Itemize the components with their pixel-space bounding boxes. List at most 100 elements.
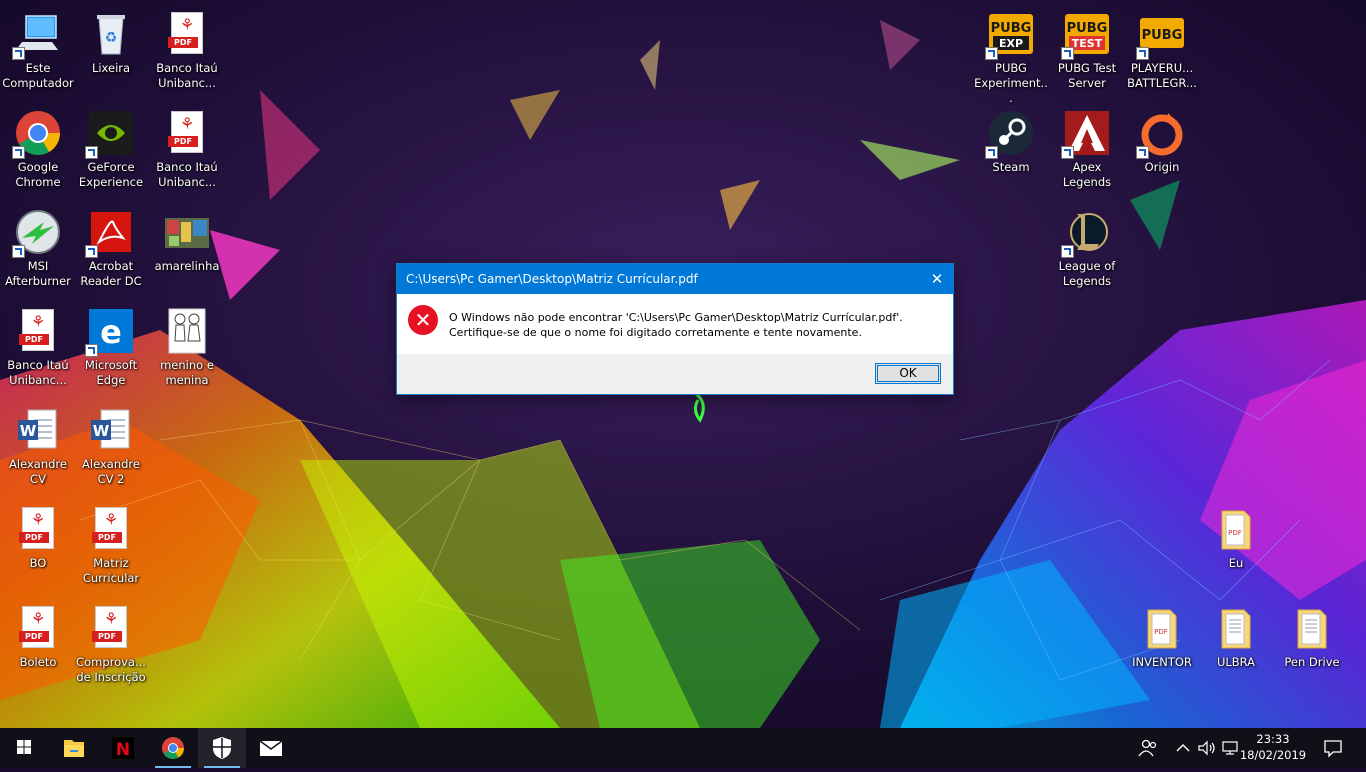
recycle-bin-icon: ♻ [87, 10, 135, 58]
shortcut-arrow-icon [12, 146, 25, 159]
desktop-icon-amarelinha[interactable]: amarelinha [149, 202, 225, 298]
desktop-icon-label: Matriz Curricular [82, 556, 140, 585]
desktop-icon-lixeira[interactable]: ♻ Lixeira [73, 4, 149, 100]
desktop-icon-alexandre-cv-2[interactable]: W Alexandre CV 2 [73, 400, 149, 496]
desktop-icon-matriz-curricular[interactable]: ⚘ PDF Matriz Curricular [73, 499, 149, 595]
pdf-icon: ⚘ PDF [87, 604, 135, 652]
desktop-icon-comprovante[interactable]: ⚘ PDF Comprova... de Inscrição [73, 598, 149, 694]
clock-time: 23:33 [1256, 732, 1290, 746]
desktop-icon-eu[interactable]: PDF Eu [1198, 499, 1274, 595]
clock[interactable]: 23:33 18/02/2019 [1238, 731, 1308, 763]
desktop-icon-label: GeForce Experience [78, 160, 144, 189]
desktop-icon-banco-itau-1[interactable]: ⚘ PDF Banco Itaú Unibanc... [149, 4, 225, 100]
desktop-icon-geforce-experience[interactable]: GeForce Experience [73, 103, 149, 199]
shortcut-arrow-icon [985, 47, 998, 60]
pdf-icon: ⚘ PDF [163, 109, 211, 157]
desktop-icon-pen-drive[interactable]: Pen Drive [1274, 598, 1350, 694]
folder-icon [1212, 604, 1260, 652]
desktop-icon-steam[interactable]: Steam [973, 103, 1049, 199]
desktop-icon-label: menino e menina [160, 358, 214, 387]
desktop-icon-acrobat-reader[interactable]: Acrobat Reader DC [73, 202, 149, 298]
desktop-icon-bo[interactable]: ⚘ PDF BO [0, 499, 76, 595]
people-icon[interactable] [1136, 738, 1160, 758]
desktop-icon-pubg-test-server[interactable]: PUBG TEST PUBG Test Server [1049, 4, 1125, 100]
security-icon [213, 737, 231, 759]
shortcut-arrow-icon [85, 344, 98, 357]
desktop-icon-microsoft-edge[interactable]: e Microsoft Edge [73, 301, 149, 397]
pubg-exp-icon: PUBG EXP [985, 10, 1035, 60]
desktop-icon-msi-afterburner[interactable]: MSI Afterburner [0, 202, 76, 298]
folder-icon: PDF [1138, 604, 1186, 652]
svg-text:PDF: PDF [1154, 628, 1168, 636]
word-icon: W [87, 406, 135, 454]
desktop-icon-boleto[interactable]: ⚘ PDF Boleto [0, 598, 76, 694]
svg-text:e: e [100, 313, 122, 351]
folder-icon [1288, 604, 1336, 652]
shortcut-arrow-icon [1061, 146, 1074, 159]
error-dialog: C:\Users\Pc Gamer\Desktop\Matriz Currícu… [396, 263, 954, 395]
desktop-icon-este-computador[interactable]: Este Computador [0, 4, 76, 100]
error-icon: ✕ [408, 305, 438, 335]
desktop-icon-origin[interactable]: Origin [1124, 103, 1200, 199]
desktop-icon-inventor[interactable]: PDF INVENTOR [1124, 598, 1200, 694]
close-icon: ✕ [930, 270, 944, 288]
taskbar-chrome[interactable] [149, 728, 197, 768]
shortcut-arrow-icon [12, 47, 25, 60]
desktop-icon-alexandre-cv[interactable]: W Alexandre CV [0, 400, 76, 496]
desktop-icon-label: PLAYERU... BATTLEGR... [1127, 61, 1197, 90]
desktop-icon-pubg-experimental[interactable]: PUBG EXP PUBG Experiment... [973, 4, 1049, 105]
desktop-icon-label: League of Legends [1058, 259, 1116, 288]
pubg-test-icon: PUBG TEST [1061, 10, 1111, 60]
taskbar-file-explorer[interactable] [50, 728, 98, 768]
desktop-icon-label: Pen Drive [1284, 655, 1340, 669]
volume-icon[interactable] [1196, 738, 1218, 758]
desktop: Este Computador ♻ Lixeira ⚘ PDF Banco Ita… [0, 0, 1366, 728]
desktop-icon-ulbra[interactable]: ULBRA [1198, 598, 1274, 694]
pubg-icon: PUBG [1136, 10, 1186, 60]
chrome-icon [12, 109, 62, 159]
desktop-icon-label: Microsoft Edge [84, 358, 138, 387]
start-button[interactable] [0, 728, 48, 768]
desktop-icon-label: Boleto [19, 655, 57, 669]
desktop-icon-apex-legends[interactable]: Apex Legends [1049, 103, 1125, 199]
desktop-icon-label: Alexandre CV 2 [82, 457, 140, 486]
mail-icon [259, 740, 283, 756]
shortcut-arrow-icon [85, 245, 98, 258]
desktop-icon-banco-itau-2[interactable]: ⚘ PDF Banco Itaú Unibanc... [149, 103, 225, 199]
ok-button[interactable]: OK [875, 363, 941, 384]
taskbar-netflix[interactable]: N [99, 728, 147, 768]
netflix-icon: N [112, 737, 134, 760]
shortcut-arrow-icon [1136, 146, 1149, 159]
origin-icon [1136, 109, 1186, 159]
desktop-icon-playerunknowns-battlegrounds[interactable]: PUBG PLAYERU... BATTLEGR... [1124, 4, 1200, 100]
svg-text:W: W [93, 422, 110, 440]
desktop-icon-label: BO [29, 556, 47, 570]
svg-text:PUBG: PUBG [1142, 28, 1183, 43]
desktop-icon-label: Alexandre CV [9, 457, 67, 486]
pdf-icon: ⚘ PDF [14, 307, 62, 355]
image-thumbnail-icon [163, 208, 211, 256]
svg-text:PUBG: PUBG [1067, 21, 1108, 36]
desktop-icon-menino-e-menina[interactable]: menino e menina [149, 301, 225, 397]
desktop-icon-banco-itau-3[interactable]: ⚘ PDF Banco Itaú Unibanc... [0, 301, 76, 397]
taskbar-mail[interactable] [247, 728, 295, 768]
desktop-icon-label: Steam [992, 160, 1030, 174]
taskbar-windows-security[interactable] [198, 728, 246, 768]
dialog-message-line-2: Certifique-se de que o nome foi digitado… [449, 326, 862, 339]
desktop-icon-google-chrome[interactable]: Google Chrome [0, 103, 76, 199]
desktop-icon-league-of-legends[interactable]: League of Legends [1049, 202, 1125, 298]
desktop-icon-label: INVENTOR [1132, 655, 1192, 669]
desktop-icon-label: Banco Itaú Unibanc... [7, 358, 69, 387]
dialog-title: C:\Users\Pc Gamer\Desktop\Matriz Currícu… [406, 272, 698, 286]
close-button[interactable]: ✕ [921, 264, 953, 294]
desktop-icon-label: ULBRA [1216, 655, 1256, 669]
dialog-titlebar[interactable]: C:\Users\Pc Gamer\Desktop\Matriz Currícu… [397, 264, 953, 294]
shortcut-arrow-icon [1136, 47, 1149, 60]
desktop-icon-label: MSI Afterburner [5, 259, 71, 288]
dialog-message: O Windows não pode encontrar 'C:\Users\P… [449, 310, 929, 340]
action-center-icon[interactable] [1320, 738, 1346, 758]
edge-icon: e [85, 307, 135, 357]
chevron-up-icon[interactable] [1174, 738, 1192, 758]
dialog-body: ✕ O Windows não pode encontrar 'C:\Users… [397, 294, 953, 354]
pdf-icon: ⚘ PDF [14, 505, 62, 553]
